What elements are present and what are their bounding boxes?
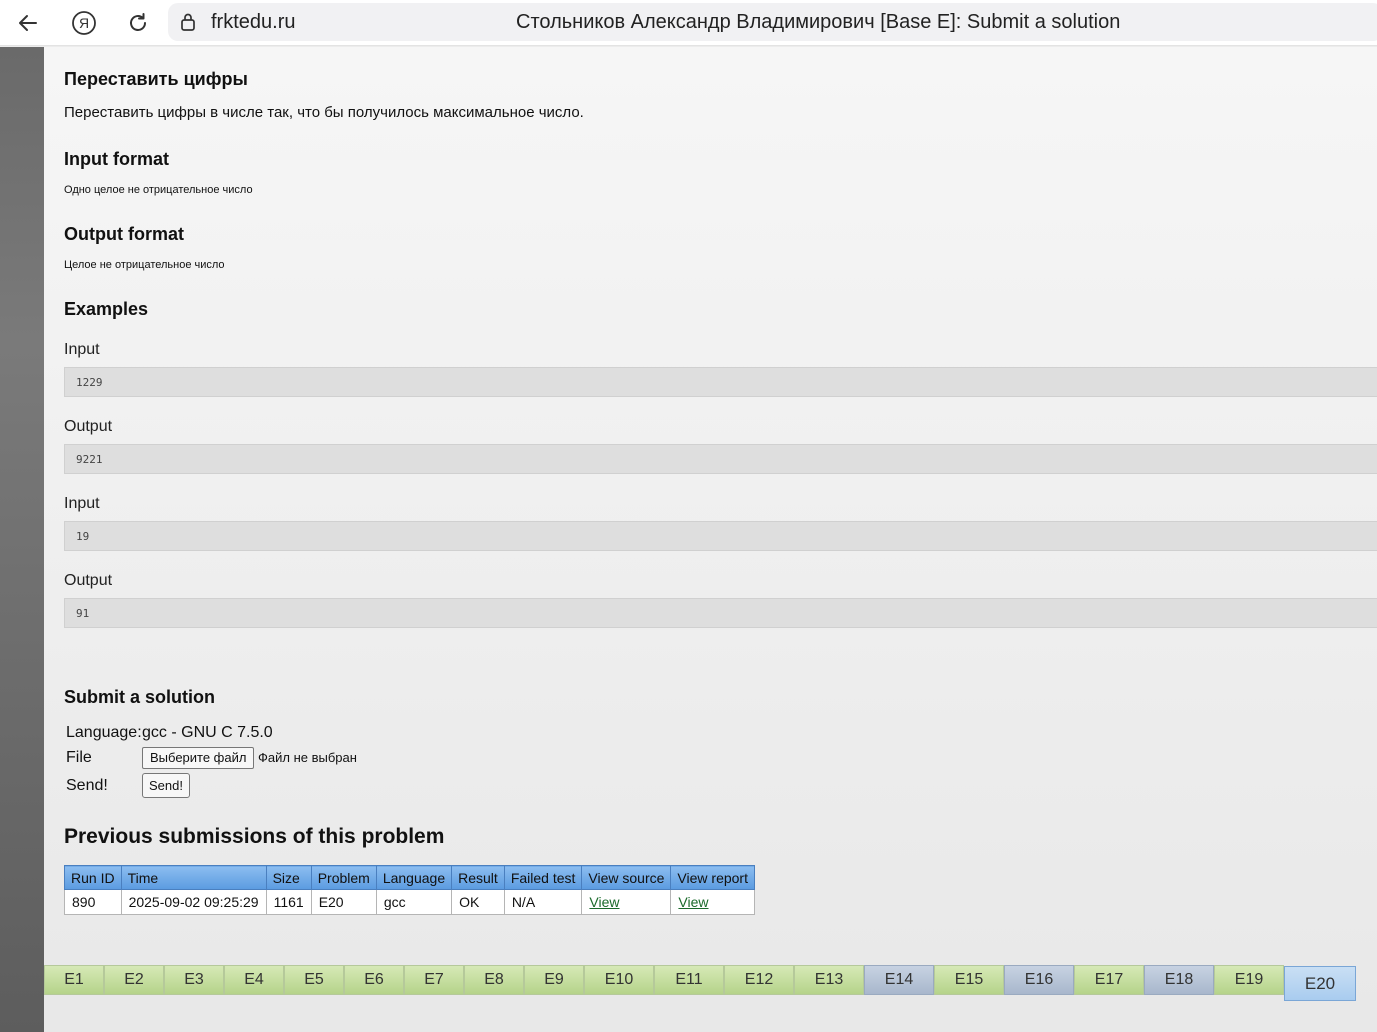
svg-text:Я: Я: [79, 15, 89, 31]
output-format-heading: Output format: [64, 224, 184, 244]
tab-e15[interactable]: E15: [934, 965, 1004, 995]
example-label: Output: [64, 418, 113, 435]
example-value: 1229: [76, 376, 103, 389]
size-cell: 1161: [265, 889, 312, 915]
language-label: Language:: [66, 724, 142, 741]
view-source-cell: View: [581, 889, 672, 915]
tab-e3[interactable]: E3: [164, 965, 224, 995]
send-label: Send!: [66, 777, 108, 794]
problem-title: Переставить цифры: [64, 69, 248, 89]
input-format-text: Одно целое не отрицательное число: [64, 184, 253, 196]
tab-e8[interactable]: E8: [464, 965, 524, 995]
example-label: Input: [64, 341, 100, 358]
example-value: 91: [76, 607, 90, 620]
table-header-row: Run ID Time Size Problem Language Result…: [64, 865, 755, 890]
tab-e5[interactable]: E5: [284, 965, 344, 995]
lock-icon: [180, 12, 196, 37]
main-content: Переставить цифры Переставить цифры в чи…: [44, 47, 1377, 1032]
result-cell: OK: [451, 889, 505, 915]
tab-e6[interactable]: E6: [344, 965, 404, 995]
file-label: File: [66, 749, 92, 766]
submissions-table: Run ID Time Size Problem Language Result…: [64, 865, 755, 915]
browser-toolbar: Я frktedu.ru Стольников Александр Владим…: [0, 0, 1377, 46]
example-value: 19: [76, 530, 90, 543]
tab-e19[interactable]: E19: [1214, 965, 1284, 995]
choose-file-button[interactable]: Выберите файл: [142, 747, 255, 769]
tab-e1[interactable]: E1: [44, 965, 104, 995]
column-header: View report: [670, 865, 755, 890]
example-label: Output: [64, 572, 113, 589]
language-value: gcc - GNU C 7.5.0: [142, 724, 273, 741]
tab-e10[interactable]: E10: [584, 965, 654, 995]
run-id-cell: 890: [64, 889, 122, 915]
output-format-text: Целое не отрицательное число: [64, 259, 225, 271]
tab-e4[interactable]: E4: [224, 965, 284, 995]
file-status: Файл не выбран: [258, 750, 357, 765]
tab-e7[interactable]: E7: [404, 965, 464, 995]
example-box: 1229: [64, 367, 1377, 397]
page-title: Стольников Александр Владимирович [Base …: [516, 11, 1121, 33]
view-report-cell: View: [670, 889, 755, 915]
example-label: Input: [64, 495, 100, 512]
tab-e16[interactable]: E16: [1004, 965, 1074, 995]
problem-cell: E20: [310, 889, 377, 915]
view-report-link[interactable]: View: [678, 894, 708, 910]
language-cell: gcc: [375, 889, 453, 915]
column-header: View source: [581, 865, 672, 890]
tab-e11[interactable]: E11: [654, 965, 724, 995]
example-box: 91: [64, 598, 1377, 628]
tab-e14[interactable]: E14: [864, 965, 934, 995]
tab-e2[interactable]: E2: [104, 965, 164, 995]
url-text[interactable]: frktedu.ru: [211, 11, 295, 34]
back-arrow-icon[interactable]: [12, 7, 44, 39]
column-header: Failed test: [503, 865, 583, 890]
problem-statement: Переставить цифры в числе так, что бы по…: [64, 104, 584, 121]
examples-heading: Examples: [64, 299, 149, 319]
column-header: Problem: [310, 865, 377, 890]
tab-e9[interactable]: E9: [524, 965, 584, 995]
problem-tabs: E1 E2 E3 E4 E5 E6 E7 E8 E9 E10 E11 E12 E13 E14 E15 E16 E…: [44, 965, 1377, 1001]
tab-e20[interactable]: E20: [1284, 966, 1356, 1001]
example-box: 19: [64, 521, 1377, 551]
previous-submissions-heading: Previous submissions of this problem: [64, 825, 445, 848]
column-header: Run ID: [64, 865, 122, 890]
column-header: Time: [120, 865, 267, 890]
tab-e18[interactable]: E18: [1144, 965, 1214, 995]
yandex-logo-icon[interactable]: Я: [68, 7, 100, 39]
example-box: 9221: [64, 444, 1377, 474]
send-button[interactable]: Send!: [142, 773, 190, 798]
time-cell: 2025-09-02 09:25:29: [120, 889, 267, 915]
left-sidebar-strip: [0, 47, 44, 1032]
submit-heading: Submit a solution: [64, 687, 215, 707]
tab-e12[interactable]: E12: [724, 965, 794, 995]
column-header: Result: [451, 865, 505, 890]
tab-e13[interactable]: E13: [794, 965, 864, 995]
reload-icon[interactable]: [122, 7, 154, 39]
tab-e17[interactable]: E17: [1074, 965, 1144, 995]
view-source-link[interactable]: View: [589, 894, 619, 910]
address-bar[interactable]: frktedu.ru Стольников Александр Владимир…: [168, 3, 1377, 41]
example-value: 9221: [76, 453, 103, 466]
table-row: 890 2025-09-02 09:25:29 1161 E20 gcc OK …: [64, 889, 755, 915]
column-header: Size: [265, 865, 312, 890]
column-header: Language: [375, 865, 453, 890]
failed-test-cell: N/A: [503, 889, 583, 915]
input-format-heading: Input format: [64, 149, 169, 169]
